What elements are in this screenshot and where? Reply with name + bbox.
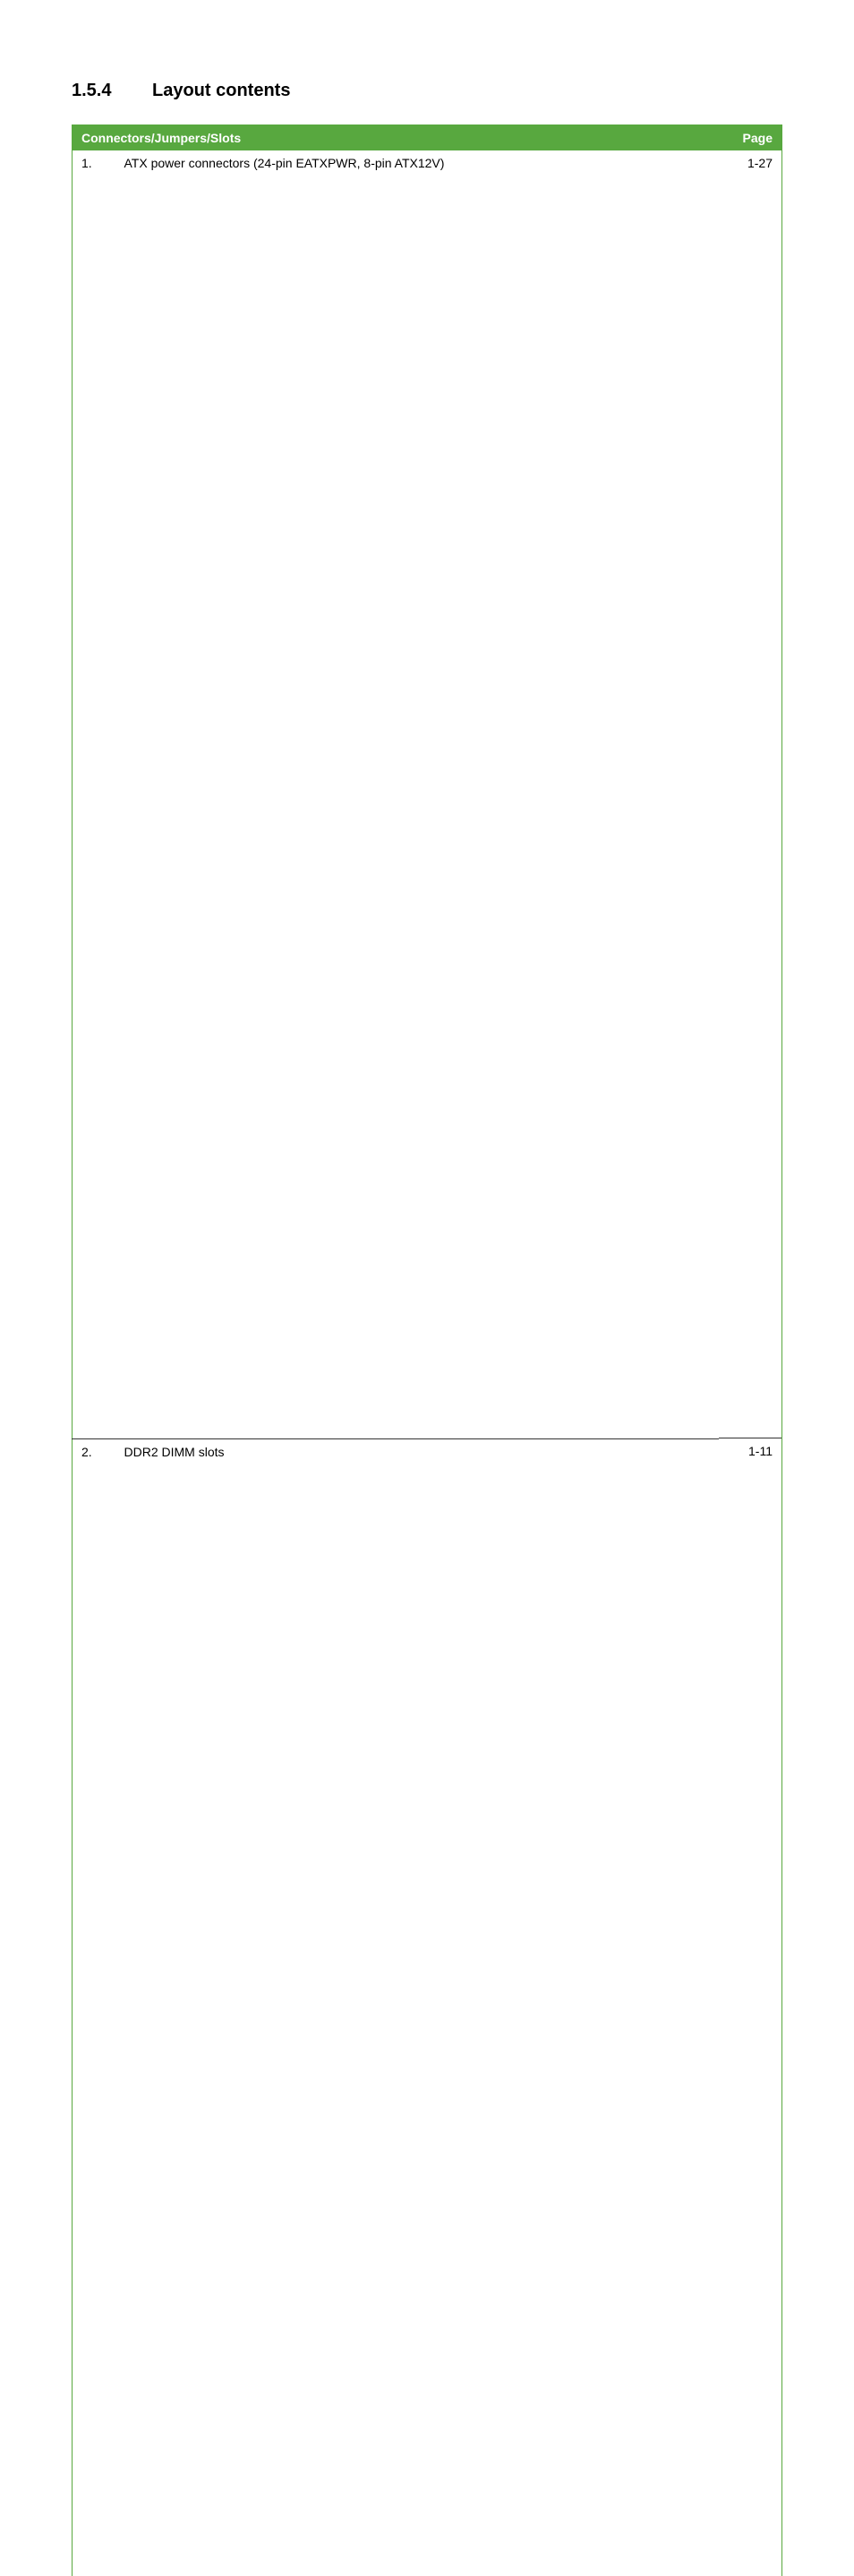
row-page: 1-27	[719, 150, 781, 1438]
connectors-table: Connectors/Jumpers/Slots Page 1.ATX powe…	[72, 125, 782, 2576]
table-row: 2.DDR2 DIMM slots1-11	[73, 1438, 782, 2576]
row-number: 2.	[73, 1438, 115, 2576]
connectors-tbody: 1.ATX power connectors (24-pin EATXPWR, …	[73, 150, 782, 2576]
row-page: 1-11	[719, 1438, 781, 2576]
table-header-left: Connectors/Jumpers/Slots	[73, 125, 720, 151]
section-heading-layout: 1.5.4Layout contents	[72, 81, 782, 101]
section-number: 1.5.4	[72, 81, 152, 101]
table-row: 1.ATX power connectors (24-pin EATXPWR, …	[73, 150, 782, 1438]
row-desc: DDR2 DIMM slots	[115, 1438, 720, 2576]
row-desc: ATX power connectors (24-pin EATXPWR, 8-…	[115, 150, 720, 1438]
section-title: Layout contents	[152, 81, 290, 100]
row-number: 1.	[73, 150, 115, 1438]
table-header-page: Page	[719, 125, 782, 151]
